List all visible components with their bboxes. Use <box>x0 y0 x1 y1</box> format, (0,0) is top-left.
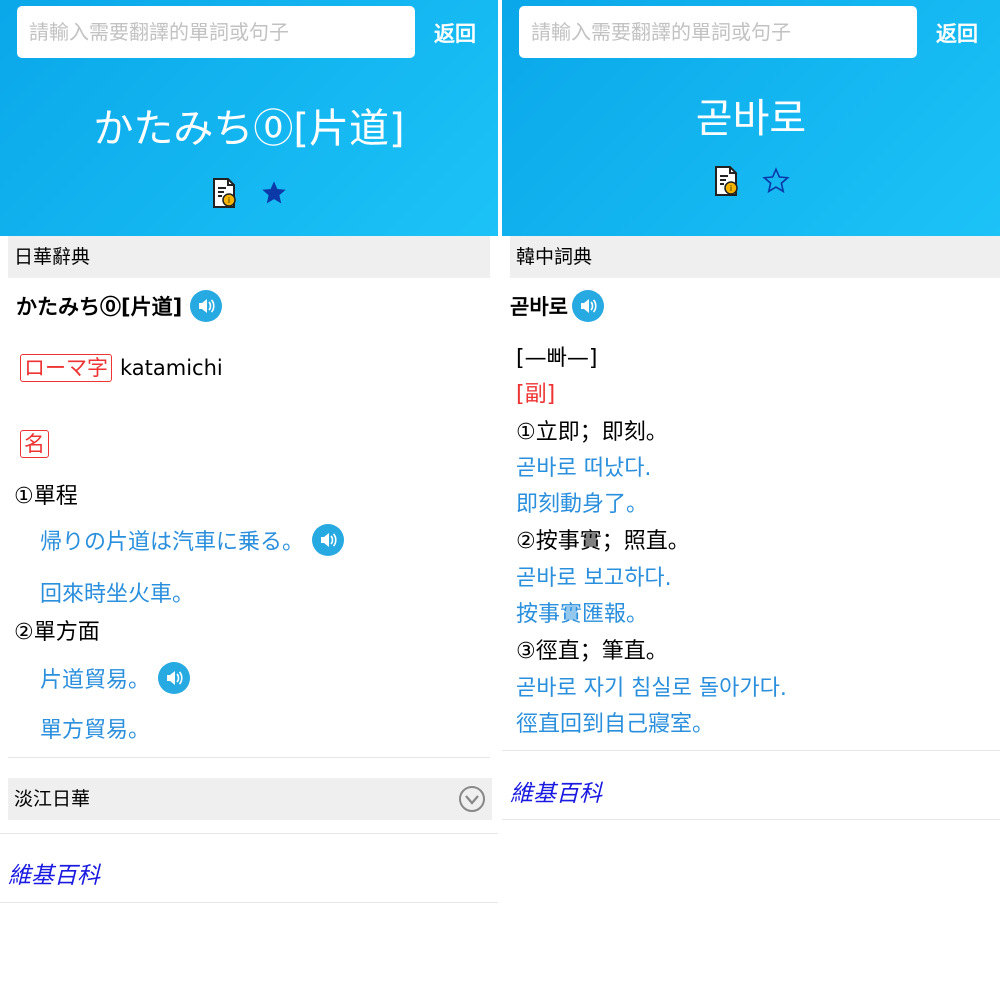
sense-1-label: ①單程 <box>14 484 78 509</box>
sense-2-label: ②單方面 <box>14 620 100 645</box>
headword-title: かたみち⓪[片道] <box>93 106 405 152</box>
entry-title: 곧바로 <box>510 290 604 322</box>
section-header-tamkang[interactable]: 淡江日華 <box>8 778 492 820</box>
svg-text:i: i <box>730 184 732 193</box>
search-input[interactable] <box>17 6 415 58</box>
romaji-row: ローマ字 katamichi <box>20 354 223 382</box>
document-translate-icon[interactable]: i <box>209 178 239 208</box>
divider <box>502 750 1000 751</box>
example-jp-text: 帰りの片道は汽車に乗る。 <box>40 530 305 555</box>
sense-2-example-jp: 片道貿易。 <box>40 662 191 694</box>
header: 返回 かたみち⓪[片道] i <box>0 0 498 236</box>
japanese-dictionary-panel: 返回 かたみち⓪[片道] i 日華辭典 か <box>0 0 498 1000</box>
sense-1-example-zh: 即刻動身了。 <box>516 492 649 517</box>
sense-1-example-zh: 回來時坐火車。 <box>40 582 195 607</box>
sense-1-example-jp: 帰りの片道は汽車に乗る。 <box>40 524 345 556</box>
sense-1-label: ①立即；即刻。 <box>516 420 668 445</box>
document-translate-icon[interactable]: i <box>711 166 741 196</box>
pos-row: 名 <box>20 430 49 458</box>
section-header-korean-chinese: 韓中詞典 <box>510 236 1000 278</box>
romaji-value: katamichi <box>120 356 223 380</box>
speaker-icon[interactable] <box>190 290 223 322</box>
back-button[interactable]: 返回 <box>434 18 476 48</box>
sense-3-example-ko: 곧바로 자기 침실로 돌아가다. <box>516 676 787 701</box>
korean-dictionary-panel: 返回 곧바로 i 韓中詞典 곧바로 <box>502 0 1000 1000</box>
speaker-icon[interactable] <box>312 524 345 556</box>
wikipedia-link[interactable]: 維基百科 <box>8 856 100 890</box>
header-actions: i <box>0 178 498 208</box>
example-jp-text: 片道貿易。 <box>40 668 151 693</box>
sense-1-example-ko: 곧바로 떠났다. <box>516 456 652 481</box>
search-input[interactable] <box>519 6 917 58</box>
section-header-rihua: 日華辭典 <box>8 236 490 278</box>
divider <box>0 833 498 834</box>
sense-2-example-zh: 單方貿易。 <box>40 718 151 743</box>
divider <box>502 819 1000 820</box>
pos-tag: 名 <box>20 430 49 458</box>
entry-title: かたみち⓪[片道] <box>16 290 223 322</box>
wikipedia-link[interactable]: 維基百科 <box>510 774 602 808</box>
entry-title-text: かたみち⓪[片道] <box>16 295 183 319</box>
sense-2-label: ②按事實；照直。 <box>516 529 690 554</box>
back-button[interactable]: 返回 <box>936 18 978 48</box>
speaker-icon[interactable] <box>158 662 191 694</box>
divider <box>0 902 498 903</box>
svg-text:i: i <box>228 196 230 205</box>
sense-3-example-zh: 徑直回到自己寢室。 <box>516 712 715 737</box>
entry-title-text: 곧바로 <box>510 295 568 319</box>
sense-2-example-zh: 按事實匯報。 <box>516 602 649 627</box>
header: 返回 곧바로 i <box>502 0 1000 236</box>
romaji-tag: ローマ字 <box>20 354 112 382</box>
favorite-star-icon[interactable] <box>761 166 791 196</box>
speaker-icon[interactable] <box>571 290 604 322</box>
pronunciation: [—빠—] <box>516 346 598 371</box>
header-actions: i <box>502 166 1000 196</box>
favorite-star-icon[interactable] <box>259 178 289 208</box>
headword-title: 곧바로 <box>695 96 807 142</box>
divider <box>8 757 490 758</box>
sense-3-label: ③徑直；筆直。 <box>516 639 668 664</box>
sense-2-example-ko: 곧바로 보고하다. <box>516 566 672 591</box>
chevron-down-circle-icon[interactable] <box>458 785 486 828</box>
section-title: 淡江日華 <box>14 788 91 810</box>
pos-tag: [副] <box>516 382 556 407</box>
